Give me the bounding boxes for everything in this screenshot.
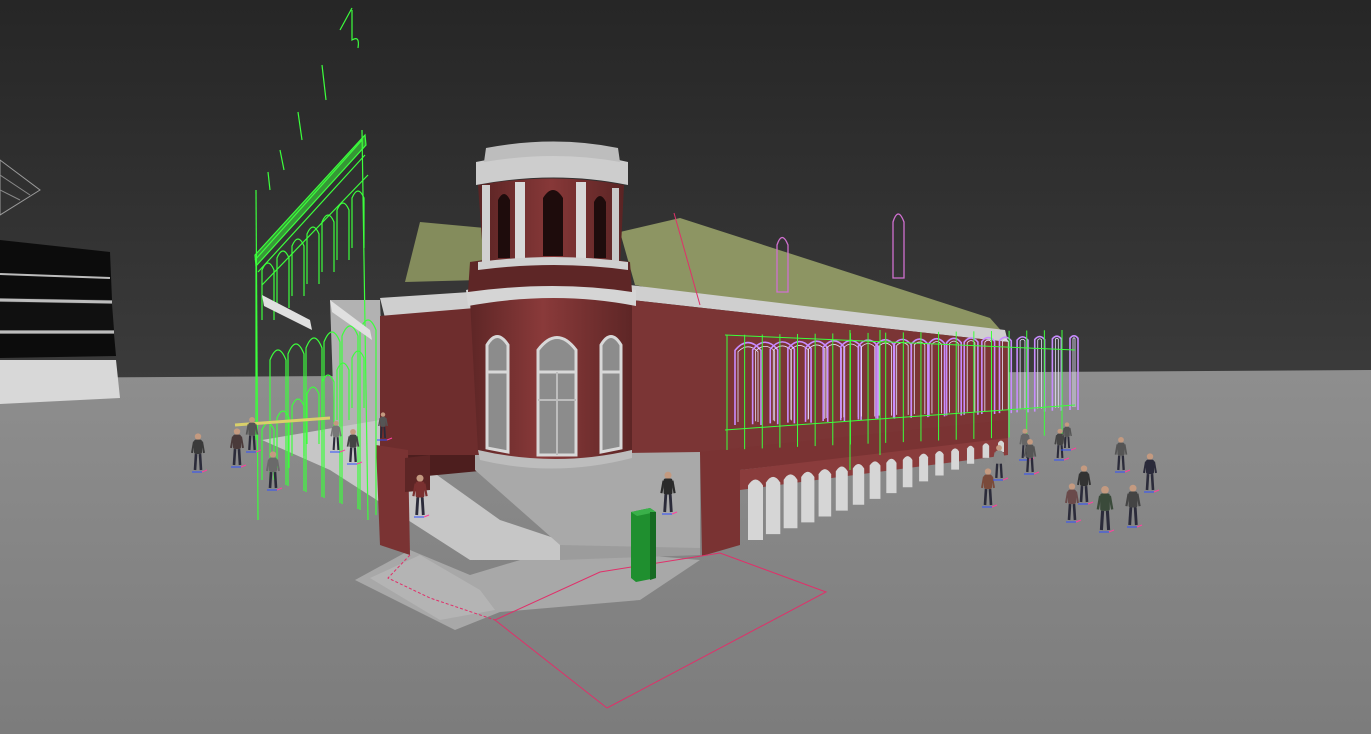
arcade-opening	[982, 443, 990, 458]
arcade-opening	[852, 463, 865, 505]
green-bin[interactable]	[631, 508, 656, 582]
viewport-scene[interactable]	[0, 0, 1371, 734]
3d-viewport[interactable]	[0, 0, 1371, 734]
arcade-opening	[966, 445, 975, 464]
arcade-opening	[902, 456, 913, 488]
arcade-opening	[869, 461, 881, 499]
arcade-opening	[886, 458, 897, 494]
arcade-opening	[935, 450, 944, 476]
arcade-opening	[818, 469, 832, 517]
arcade-opening	[783, 474, 798, 529]
tower-window-left	[485, 335, 510, 454]
tower-window-right	[599, 335, 623, 454]
arcade-opening	[765, 476, 781, 535]
tower[interactable]	[466, 141, 636, 469]
arcade-opening	[835, 466, 848, 511]
arcade-opening	[748, 479, 763, 540]
arcade-opening	[919, 453, 929, 482]
arcade-opening	[801, 471, 815, 523]
arcade-opening	[951, 448, 959, 470]
